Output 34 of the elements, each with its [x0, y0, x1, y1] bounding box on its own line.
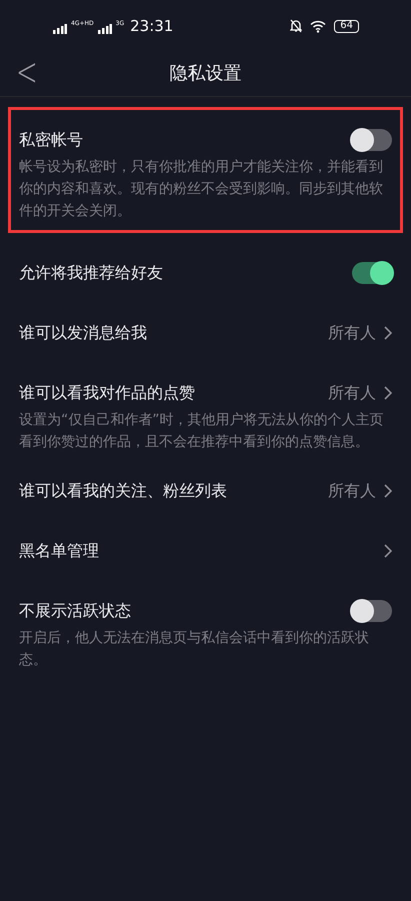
setting-label: 不展示活跃状态 [19, 600, 131, 622]
setting-label: 谁可以发消息给我 [19, 322, 147, 344]
wifi-icon [310, 20, 326, 32]
chevron-right-icon [384, 386, 392, 400]
setting-label: 黑名单管理 [19, 540, 99, 562]
setting-label: 私密帐号 [19, 129, 83, 151]
bell-off-icon [290, 19, 302, 33]
chevron-right-icon [384, 326, 392, 340]
setting-description: 设置为“仅自己和作者”时，其他用户将无法从你的个人主页看到你赞过的作品，且不会在推荐中看到你的点赞信息。 [19, 411, 385, 452]
setting-label: 允许将我推荐给好友 [19, 262, 163, 284]
signal-icon [98, 24, 112, 34]
setting-row[interactable]: 谁可以发消息给我 所有人 [0, 303, 411, 363]
setting-value: 所有人 [328, 322, 376, 344]
back-button[interactable]: < [16, 54, 38, 92]
setting-label: 谁可以看我的关注、粉丝列表 [19, 480, 227, 502]
setting-row[interactable]: 允许将我推荐给好友 [0, 243, 411, 303]
page-title: 隐私设置 [170, 62, 242, 86]
setting-label: 谁可以看我对作品的点赞 [19, 382, 195, 404]
setting-value: 所有人 [328, 480, 376, 502]
toggle-switch[interactable] [352, 262, 392, 284]
battery-indicator: 64 [334, 20, 359, 32]
setting-description: 开启后，他人无法在消息页与私信会话中看到你的活跃状态。 [19, 629, 370, 670]
signal-icon [53, 24, 67, 34]
toggle-switch[interactable] [352, 600, 392, 622]
chevron-right-icon [384, 484, 392, 498]
setting-description: 帐号设为私密时，只有你批准的用户才能关注你，并能看到你的内容和喜欢。现有的粉丝不会受到影响。同步到其他软件的开关会关闭。 [19, 158, 384, 221]
clock-time: 23:31 [130, 18, 174, 34]
setting-row[interactable]: 黑名单管理 [0, 521, 411, 581]
chevron-right-icon [384, 544, 392, 558]
setting-row[interactable]: 谁可以看我的关注、粉丝列表 所有人 [0, 461, 411, 521]
setting-row[interactable]: 谁可以看我对作品的点赞 所有人 设置为“仅自己和作者”时，其他用户将无法从你的个人主页看到你赞过的作品，且不会在推荐中看到你的点赞信息。 [0, 363, 411, 461]
setting-value: 所有人 [328, 382, 376, 404]
toggle-switch[interactable] [352, 129, 392, 151]
setting-row[interactable]: 不展示活跃状态 开启后，他人无法在消息页与私信会话中看到你的活跃状态。 [0, 581, 411, 679]
